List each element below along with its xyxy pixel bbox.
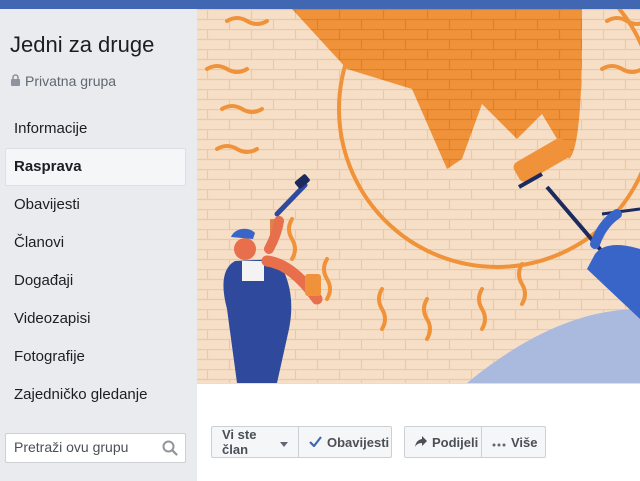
cover-illustration bbox=[197, 9, 640, 383]
caret-down-icon bbox=[280, 435, 288, 450]
group-sidebar: Jedni za druge Privatna grupa Informacij… bbox=[0, 9, 196, 480]
cover-photo[interactable] bbox=[197, 9, 640, 383]
lock-icon bbox=[10, 73, 21, 89]
group-navigation: Informacije Rasprava Obavijesti Članovi … bbox=[5, 110, 186, 414]
notifications-label: Obavijesti bbox=[327, 434, 390, 450]
group-search-input[interactable] bbox=[14, 439, 154, 455]
joined-button[interactable]: Vi ste član bbox=[211, 426, 299, 458]
share-button[interactable]: Podijeli bbox=[404, 426, 482, 458]
sidebar-item-zajednicko-gledanje[interactable]: Zajedničko gledanje bbox=[5, 376, 186, 414]
top-navigation-bar bbox=[0, 0, 640, 9]
more-button[interactable]: Više bbox=[481, 426, 546, 458]
search-icon[interactable] bbox=[162, 440, 178, 461]
sidebar-item-fotografije[interactable]: Fotografije bbox=[5, 338, 186, 376]
group-privacy: Privatna grupa bbox=[10, 73, 116, 89]
sidebar-item-dogadaji[interactable]: Događaji bbox=[5, 262, 186, 300]
sidebar-item-clanovi[interactable]: Članovi bbox=[5, 224, 186, 262]
share-label: Podijeli bbox=[432, 434, 479, 450]
more-dots-icon bbox=[492, 435, 506, 450]
group-search-box bbox=[5, 433, 186, 463]
sidebar-item-informacije[interactable]: Informacije bbox=[5, 110, 186, 148]
group-name[interactable]: Jedni za druge bbox=[10, 32, 154, 58]
sidebar-item-rasprava[interactable]: Rasprava bbox=[5, 148, 186, 186]
notifications-button[interactable]: Obavijesti bbox=[298, 426, 392, 458]
checkmark-icon bbox=[309, 435, 322, 450]
sidebar-item-videozapisi[interactable]: Videozapisi bbox=[5, 300, 186, 338]
joined-label: Vi ste član bbox=[222, 427, 257, 457]
group-main: Vi ste član Obavijesti Podijeli Više bbox=[197, 9, 640, 481]
more-label: Više bbox=[511, 434, 538, 450]
share-arrow-icon bbox=[415, 435, 427, 450]
sidebar-item-obavijesti[interactable]: Obavijesti bbox=[5, 186, 186, 224]
group-action-bar: Vi ste član Obavijesti Podijeli Više bbox=[197, 383, 640, 481]
privacy-label: Privatna grupa bbox=[25, 73, 117, 89]
